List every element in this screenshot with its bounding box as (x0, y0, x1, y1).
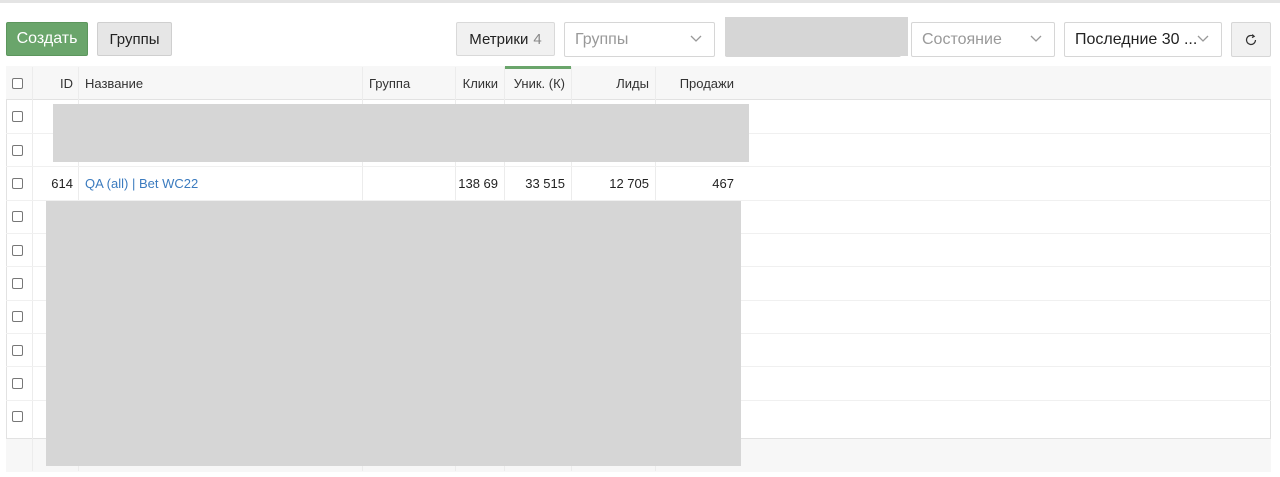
column-header-clicks[interactable]: Клики (455, 66, 498, 100)
column-header-id[interactable]: ID (40, 66, 73, 100)
row-leads: 12 705 (609, 176, 649, 191)
metrics-button[interactable]: Метрики 4 (456, 22, 555, 56)
column-header-group[interactable]: Группа (369, 66, 449, 100)
column-header-unique[interactable]: Уник. (К) (505, 66, 565, 100)
column-header-leads[interactable]: Лиды (572, 66, 649, 100)
column-divider (32, 67, 33, 471)
redacted-rows-top (53, 104, 749, 162)
row-checkbox[interactable] (12, 245, 23, 256)
row-id: 614 (51, 176, 73, 191)
chevron-down-icon (1030, 35, 1042, 42)
select-all-checkbox[interactable] (12, 78, 23, 89)
row-unique: 33 515 (525, 176, 565, 191)
row-checkbox[interactable] (12, 345, 23, 356)
row-checkbox[interactable] (12, 378, 23, 389)
column-header-sales[interactable]: Продажи (656, 66, 734, 100)
groups-select[interactable]: Группы (564, 22, 715, 57)
row-checkbox[interactable] (12, 111, 23, 122)
create-button[interactable]: Создать (6, 22, 88, 56)
redacted-rows-bottom (46, 201, 741, 466)
period-select[interactable]: Последние 30 ... (1064, 22, 1222, 57)
chevron-down-icon (1197, 35, 1209, 42)
chevron-down-icon (690, 35, 702, 42)
row-checkbox[interactable] (12, 311, 23, 322)
refresh-icon (1245, 33, 1257, 45)
row-name-link[interactable]: QA (all) | Bet WC22 (85, 167, 355, 200)
state-select[interactable]: Состояние (911, 22, 1055, 57)
row-checkbox[interactable] (12, 178, 23, 189)
metrics-label: Метрики (469, 30, 529, 48)
row-clicks: 138 69 (458, 176, 498, 191)
top-divider (0, 0, 1280, 3)
row-sales: 467 (712, 176, 734, 191)
metrics-count-badge: 4 (533, 30, 542, 48)
groups-select-placeholder: Группы (575, 30, 629, 48)
state-select-placeholder: Состояние (922, 30, 1002, 48)
row-checkbox[interactable] (12, 411, 23, 422)
period-select-value: Последние 30 ... (1075, 30, 1198, 48)
column-header-name[interactable]: Название (85, 66, 355, 100)
groups-button[interactable]: Группы (97, 22, 172, 56)
row-checkbox[interactable] (12, 145, 23, 156)
redacted-filter (725, 17, 908, 56)
row-checkbox[interactable] (12, 278, 23, 289)
refresh-button[interactable] (1231, 22, 1271, 57)
row-checkbox[interactable] (12, 211, 23, 222)
